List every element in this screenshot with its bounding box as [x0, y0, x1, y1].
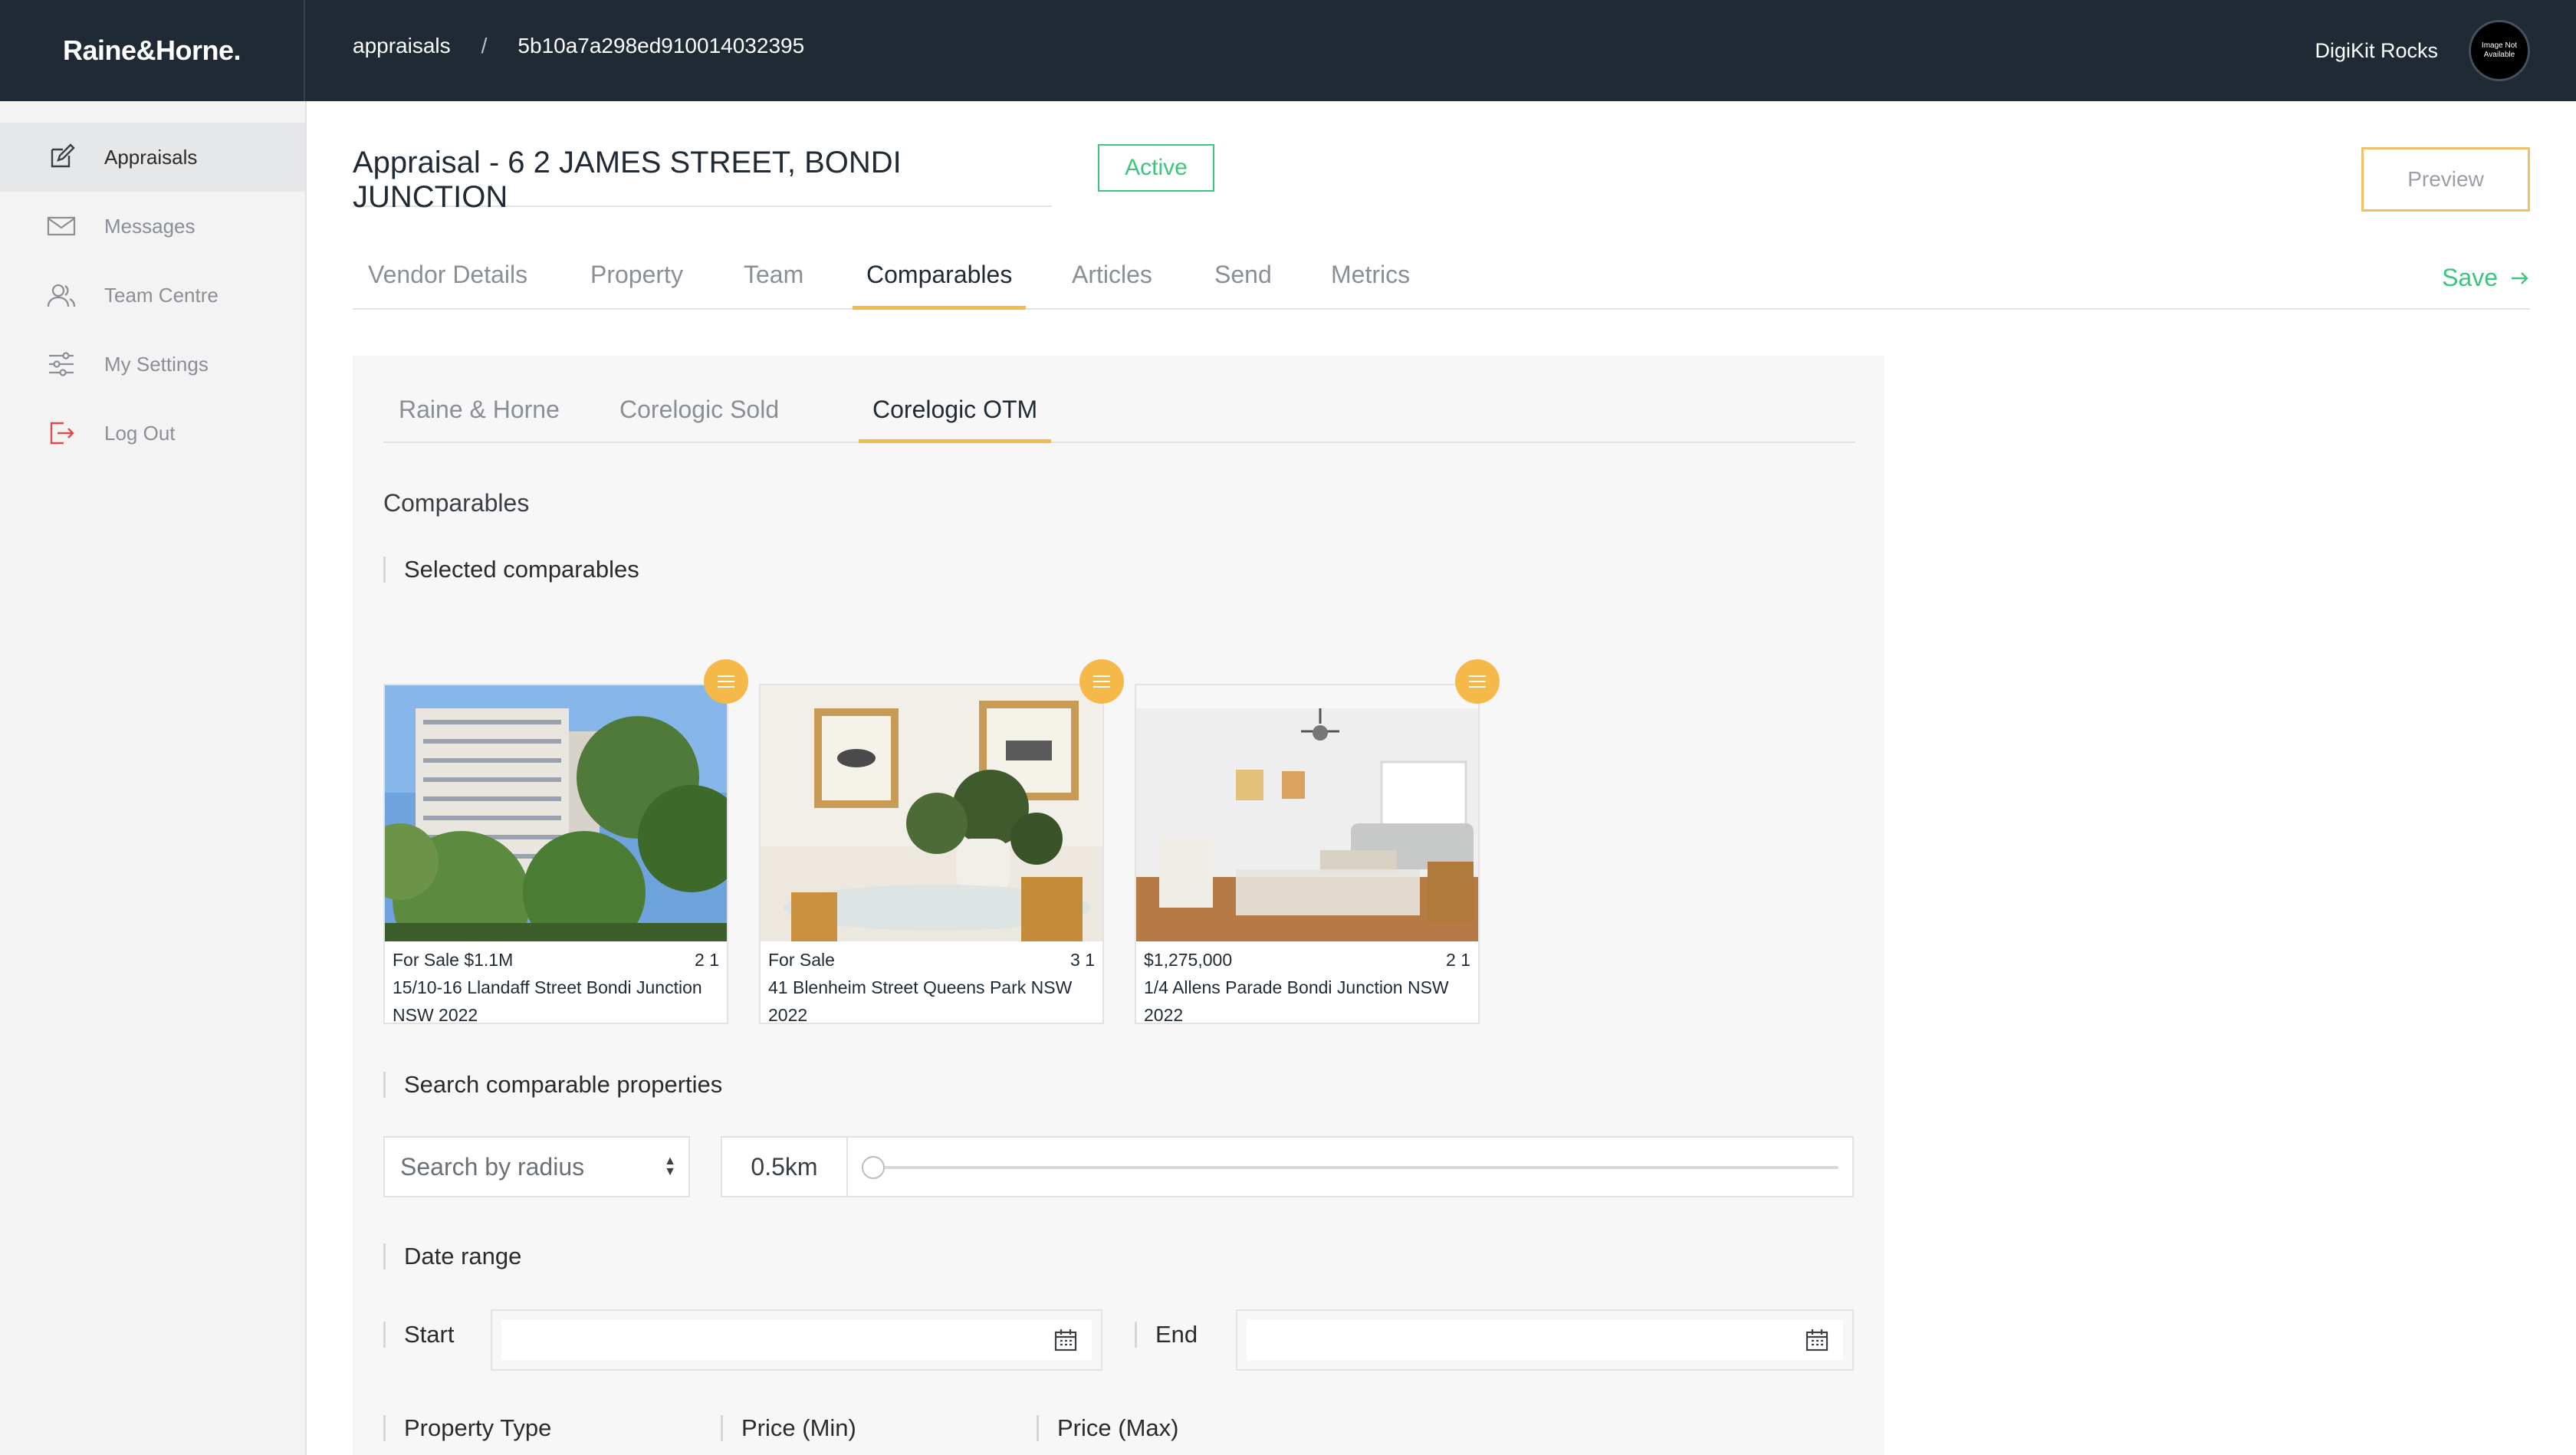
select-arrows-icon: ▲ ▼	[664, 1154, 676, 1178]
property-photo	[761, 685, 1102, 941]
tab-metrics[interactable]: Metrics	[1331, 261, 1410, 310]
radius-value: 0.5km	[722, 1138, 848, 1196]
property-type-label: Property Type	[383, 1415, 551, 1441]
sidebar-item-label: Log Out	[104, 421, 176, 445]
card-beds-baths: 2 1	[695, 950, 719, 970]
envelope-icon	[46, 211, 77, 241]
top-bar: Raine&Horne. appraisals / 5b10a7a298ed91…	[0, 0, 2576, 101]
brand-logo[interactable]: Raine&Horne.	[0, 0, 305, 101]
search-comparables-label: Search comparable properties	[383, 1072, 722, 1098]
sidebar-item-label: My Settings	[104, 352, 209, 376]
comparables-panel: Raine & Horne Corelogic Sold Corelogic O…	[353, 356, 1884, 1455]
page-title: Appraisal - 6 2 JAMES STREET, BONDI JUNC…	[353, 146, 902, 214]
property-photo	[385, 685, 727, 941]
tab-articles[interactable]: Articles	[1072, 261, 1152, 310]
source-tabs: Raine & Horne Corelogic Sold Corelogic O…	[383, 383, 1855, 443]
date-range-label: Date range	[383, 1243, 521, 1269]
sidebar-item-messages[interactable]: Messages	[0, 192, 305, 261]
card-beds-baths: 2 1	[1446, 950, 1470, 970]
arrow-right-icon	[2510, 264, 2530, 292]
radius-slider-track[interactable]	[868, 1166, 1838, 1169]
card-info: $1,275,000 2 1 1/4 Allens Parade Bondi J…	[1144, 946, 1470, 1029]
start-date-input[interactable]	[491, 1309, 1102, 1371]
calendar-icon	[1054, 1329, 1077, 1352]
logout-icon	[46, 418, 77, 448]
card-address: 15/10-16 Llandaff Street Bondi Junction …	[393, 977, 702, 1025]
edit-icon	[46, 142, 77, 172]
search-mode-value: Search by radius	[400, 1152, 585, 1181]
card-address: 41 Blenheim Street Queens Park NSW 2022	[768, 977, 1073, 1025]
property-photo	[1136, 685, 1478, 941]
sidebar-item-appraisals[interactable]: Appraisals	[0, 123, 305, 192]
sidebar-item-team-centre[interactable]: Team Centre	[0, 261, 305, 330]
main-tabs: Vendor Details Property Team Comparables…	[353, 253, 2530, 310]
tab-corelogic-otm[interactable]: Corelogic OTM	[859, 396, 1052, 443]
tab-team[interactable]: Team	[744, 261, 803, 310]
radius-slider-handle[interactable]	[862, 1156, 885, 1179]
tab-send[interactable]: Send	[1214, 261, 1272, 310]
card-menu-icon[interactable]	[704, 659, 748, 704]
end-label: End	[1135, 1322, 1198, 1348]
card-price: For Sale $1.1M	[393, 950, 514, 970]
breadcrumb: appraisals / 5b10a7a298ed910014032395	[353, 34, 804, 58]
end-date-input[interactable]	[1236, 1309, 1854, 1371]
calendar-icon	[1806, 1329, 1829, 1352]
card-address: 1/4 Allens Parade Bondi Junction NSW 202…	[1144, 977, 1449, 1025]
preview-button[interactable]: Preview	[2361, 147, 2530, 212]
breadcrumb-separator: /	[481, 34, 488, 57]
sidebar-item-log-out[interactable]: Log Out	[0, 399, 305, 468]
title-container: Appraisal - 6 2 JAMES STREET, BONDI JUNC…	[353, 146, 1052, 214]
sidebar: Appraisals Messages Team Centre My Setti…	[0, 101, 307, 1455]
search-mode-select[interactable]: Search by radius ▲ ▼	[383, 1136, 690, 1197]
comparable-card[interactable]: For Sale $1.1M 2 1 15/10-16 Llandaff Str…	[383, 684, 728, 1025]
sliders-icon	[46, 349, 77, 379]
save-button[interactable]: Save	[2442, 264, 2530, 292]
sidebar-item-my-settings[interactable]: My Settings	[0, 330, 305, 399]
user-name[interactable]: DigiKit Rocks	[2315, 39, 2438, 63]
card-info: For Sale 3 1 41 Blenheim Street Queens P…	[768, 946, 1095, 1029]
user-menu[interactable]: DigiKit Rocks Image Not Available	[2315, 20, 2530, 81]
section-title: Comparables	[383, 489, 530, 517]
sidebar-item-label: Appraisals	[104, 145, 198, 169]
comparable-card[interactable]: $1,275,000 2 1 1/4 Allens Parade Bondi J…	[1135, 684, 1480, 1025]
start-label: Start	[383, 1322, 454, 1348]
card-menu-icon[interactable]	[1079, 659, 1124, 704]
sidebar-item-label: Team Centre	[104, 283, 219, 307]
save-label: Save	[2442, 264, 2498, 291]
tab-corelogic-sold[interactable]: Corelogic Sold	[619, 396, 779, 443]
tab-property[interactable]: Property	[590, 261, 683, 310]
tab-raine-horne[interactable]: Raine & Horne	[399, 396, 560, 443]
avatar[interactable]: Image Not Available	[2469, 20, 2530, 81]
users-icon	[46, 280, 77, 310]
breadcrumb-appraisal-id: 5b10a7a298ed910014032395	[518, 34, 805, 57]
selected-comparables-label: Selected comparables	[383, 557, 639, 583]
card-menu-icon[interactable]	[1455, 659, 1500, 704]
card-beds-baths: 3 1	[1070, 950, 1095, 970]
breadcrumb-appraisals[interactable]: appraisals	[353, 34, 451, 58]
price-max-label: Price (Max)	[1037, 1415, 1178, 1441]
radius-control: 0.5km	[721, 1136, 1854, 1197]
comparable-card[interactable]: For Sale 3 1 41 Blenheim Street Queens P…	[759, 684, 1104, 1025]
status-badge: Active	[1098, 144, 1214, 192]
card-price: For Sale	[768, 950, 835, 970]
card-info: For Sale $1.1M 2 1 15/10-16 Llandaff Str…	[393, 946, 719, 1029]
sidebar-item-label: Messages	[104, 214, 196, 238]
card-price: $1,275,000	[1144, 950, 1233, 970]
tab-comparables[interactable]: Comparables	[853, 261, 1027, 310]
tab-vendor-details[interactable]: Vendor Details	[368, 261, 527, 310]
price-min-label: Price (Min)	[721, 1415, 856, 1441]
